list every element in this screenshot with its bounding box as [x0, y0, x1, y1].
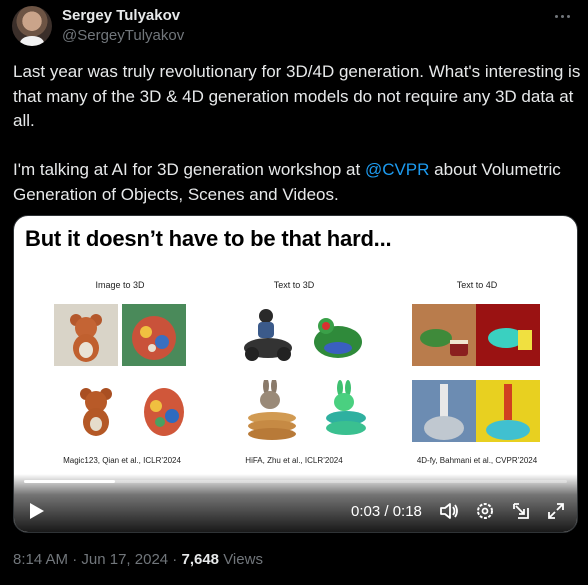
crocodile-depth-map [476, 304, 540, 366]
crocodile-drum-render [412, 304, 476, 366]
video-player[interactable]: But it doesn’t have to be that hard... I… [13, 215, 578, 533]
fullscreen-button[interactable] [545, 500, 567, 522]
tweet-date[interactable]: Jun 17, 2024 [81, 551, 168, 568]
column-heading: Image to 3D [95, 280, 145, 290]
teddy-bear-3d-render [64, 380, 128, 442]
settings-icon [477, 503, 493, 519]
dock-icon [513, 503, 529, 519]
tweet-text: Last year was truly revolutionary for 3D… [13, 60, 581, 207]
author-display-name[interactable]: Sergey Tulyakov [62, 7, 180, 24]
settings-button[interactable] [474, 500, 496, 522]
volume-icon [440, 503, 458, 519]
views-label: Views [219, 551, 263, 568]
play-button[interactable] [28, 501, 46, 521]
progress-fill [24, 480, 115, 483]
dock-button[interactable] [510, 500, 532, 522]
more-options-button[interactable] [550, 6, 574, 26]
mention-link[interactable]: @CVPR [365, 160, 430, 179]
slide-title: But it doesn’t have to be that hard... [25, 226, 392, 251]
more-dot-icon [566, 14, 570, 18]
progress-bar[interactable] [24, 480, 567, 483]
rider-3d-render [236, 304, 300, 366]
video-time: 0:03 / 0:18 [351, 503, 422, 520]
meta-separator: · [68, 551, 82, 568]
views-count: 7,648 [181, 551, 220, 568]
more-dot-icon [554, 14, 558, 18]
tweet-meta: 8:14 AM · Jun 17, 2024 · 7,648 Views [13, 551, 263, 568]
volume-button[interactable] [438, 500, 460, 522]
meta-separator: · [168, 551, 182, 568]
avatar[interactable] [12, 6, 52, 46]
painted-pot-photo [122, 304, 186, 366]
fullscreen-icon [548, 503, 564, 519]
author-handle[interactable]: @SergeyTulyakov [62, 27, 184, 44]
tweet-time[interactable]: 8:14 AM [13, 551, 68, 568]
citation-label: Magic123, Qian et al., ICLR’2024 [63, 456, 181, 465]
teddy-bear-photo [54, 304, 118, 366]
rabbit-geometry-render [314, 380, 378, 442]
rocket-launch-render [412, 380, 476, 442]
column-heading: Text to 4D [456, 280, 498, 290]
rabbit-pancakes-3d-render [240, 380, 304, 442]
citation-label: 4D-fy, Bahmani et al., CVPR’2024 [416, 456, 538, 465]
citation-label: HiFA, Zhu et al., ICLR’2024 [245, 456, 343, 465]
column-heading: Text to 3D [273, 280, 315, 290]
more-dot-icon [560, 14, 564, 18]
frog-3d-render [306, 304, 370, 366]
painted-pot-3d-render [132, 380, 196, 442]
play-icon [30, 503, 44, 519]
rocket-depth-map [476, 380, 540, 442]
